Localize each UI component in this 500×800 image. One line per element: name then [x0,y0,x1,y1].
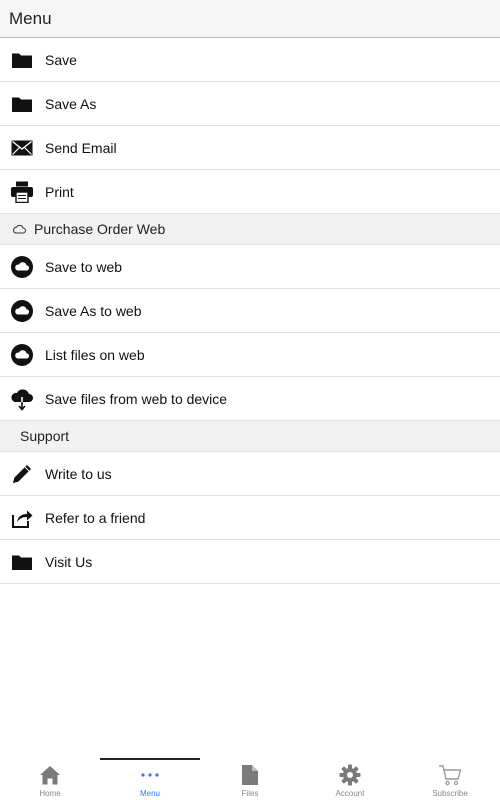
tab-files[interactable]: Files [200,758,300,800]
bottom-tab-bar: Home Menu Files Account Subscribe [0,758,500,800]
menu-item-label: Visit Us [45,553,93,570]
cart-icon [438,764,462,786]
menu-item-save-as-to-web[interactable]: Save As to web [0,289,500,333]
menu-item-label: Save files from web to device [45,390,228,407]
cloud-outline-icon [12,224,26,234]
tab-account[interactable]: Account [300,758,400,800]
menu-item-list-files-on-web[interactable]: List files on web [0,333,500,377]
cloud-circle-icon [10,299,34,323]
tab-label: Menu [139,789,160,798]
folder-icon [10,92,34,116]
ellipsis-icon [140,764,160,786]
tab-menu[interactable]: Menu [100,758,200,800]
menu-item-print[interactable]: Print [0,170,500,214]
document-icon [241,764,259,786]
menu-item-label: Send Email [45,139,117,156]
tab-label: Files [241,789,259,798]
menu-item-label: Save [45,51,77,68]
menu-item-refer-to-a-friend[interactable]: Refer to a friend [0,496,500,540]
cloud-circle-icon [10,255,34,279]
menu-item-label: Refer to a friend [45,509,146,526]
menu-item-label: Write to us [45,465,112,482]
header: Menu [0,0,500,38]
page-title: Menu [9,8,52,28]
gear-icon [339,764,361,786]
tab-subscribe[interactable]: Subscribe [400,758,500,800]
menu-item-send-email[interactable]: Send Email [0,126,500,170]
share-icon [10,506,34,530]
menu-item-label: Save to web [45,258,123,275]
section-header-purchase-order-web: Purchase Order Web [0,214,500,245]
menu-item-save[interactable]: Save [0,38,500,82]
pencil-icon [10,462,34,486]
home-icon [39,764,61,786]
menu-item-label: Save As to web [45,302,142,319]
section-title: Support [20,428,70,444]
cloud-circle-icon [10,343,34,367]
tab-label: Home [39,789,61,798]
tab-home[interactable]: Home [0,758,100,800]
tab-label: Subscribe [432,789,468,798]
menu-item-write-to-us[interactable]: Write to us [0,452,500,496]
menu-item-save-to-web[interactable]: Save to web [0,245,500,289]
section-header-support: Support [0,421,500,452]
section-title: Purchase Order Web [34,221,166,237]
menu-item-label: Print [45,183,74,200]
envelope-icon [10,136,34,160]
printer-icon [10,180,34,204]
folder-icon [10,48,34,72]
cloud-download-icon [10,387,34,411]
menu-item-label: Save As [45,95,97,112]
menu-item-save-as[interactable]: Save As [0,82,500,126]
folder-icon [10,550,34,574]
menu-item-visit-us[interactable]: Visit Us [0,540,500,584]
menu-item-label: List files on web [45,346,145,363]
menu-item-save-files-from-web[interactable]: Save files from web to device [0,377,500,421]
tab-label: Account [335,789,365,798]
